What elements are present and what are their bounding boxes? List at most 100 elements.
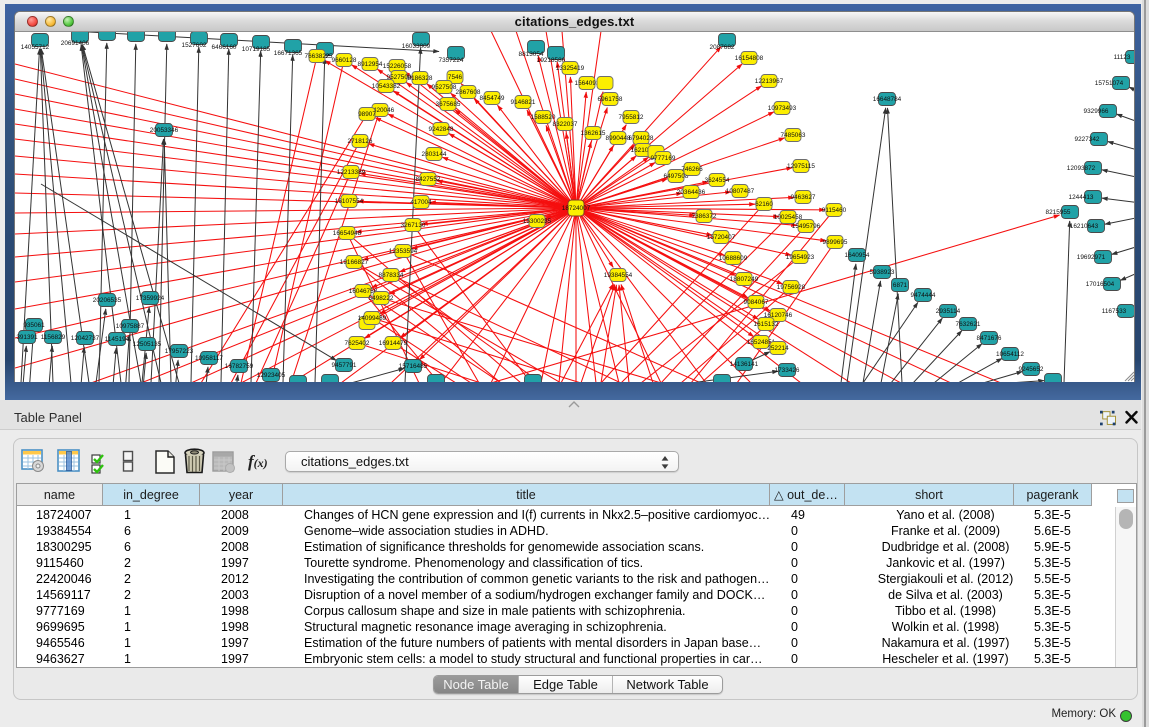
svg-text:12042737: 12042737 xyxy=(71,335,100,342)
svg-text:2867608: 2867608 xyxy=(456,89,481,96)
svg-text:7663822: 7663822 xyxy=(305,53,330,60)
svg-text:6871: 6871 xyxy=(893,282,908,289)
svg-text:391391: 391391 xyxy=(16,334,38,341)
svg-text:8912954: 8912954 xyxy=(358,61,383,68)
svg-text:16914479: 16914479 xyxy=(379,340,408,347)
svg-text:1145194: 1145194 xyxy=(105,336,130,343)
svg-text:7632621: 7632621 xyxy=(956,321,981,328)
svg-text:15720407: 15720407 xyxy=(707,234,736,241)
svg-text:1362615: 1362615 xyxy=(581,130,606,137)
svg-text:12923405: 12923405 xyxy=(257,372,286,379)
svg-text:1615132: 1615132 xyxy=(754,321,779,328)
svg-text:14099489: 14099489 xyxy=(358,315,387,322)
svg-text:19384554: 19384554 xyxy=(604,272,633,279)
svg-text:12353594: 12353594 xyxy=(389,248,418,255)
svg-text:935061: 935061 xyxy=(23,322,45,329)
svg-text:20206535: 20206535 xyxy=(93,297,122,304)
svg-text:8427552: 8427552 xyxy=(416,176,441,183)
svg-text:18724007: 18724007 xyxy=(562,205,591,212)
svg-text:9463627: 9463627 xyxy=(791,194,816,201)
svg-text:1156829: 1156829 xyxy=(41,334,66,341)
svg-text:3675685: 3675685 xyxy=(436,101,461,108)
svg-text:1167533: 1167533 xyxy=(1102,308,1127,315)
svg-text:10688609: 10688609 xyxy=(719,255,748,262)
svg-text:9084067: 9084067 xyxy=(744,299,769,306)
svg-text:15716485: 15716485 xyxy=(399,363,428,370)
svg-text:14055712: 14055712 xyxy=(21,44,50,51)
svg-text:17957223: 17957223 xyxy=(165,348,194,355)
svg-text:7955812: 7955812 xyxy=(619,114,644,121)
svg-text:62160: 62160 xyxy=(755,201,773,208)
svg-text:7386372: 7386372 xyxy=(692,213,717,220)
svg-text:9227342: 9227342 xyxy=(1075,136,1100,143)
svg-text:9115460: 9115460 xyxy=(822,207,847,214)
svg-text:9474444: 9474444 xyxy=(911,292,936,299)
svg-text:2087682: 2087682 xyxy=(710,44,735,51)
svg-text:16654948: 16654948 xyxy=(333,230,362,237)
svg-text:10025458: 10025458 xyxy=(774,214,803,221)
svg-text:16671365: 16671365 xyxy=(274,50,303,57)
svg-text:12213389: 12213389 xyxy=(337,169,366,176)
svg-text:10807487: 10807487 xyxy=(726,188,755,195)
svg-text:19218586: 19218586 xyxy=(537,57,566,64)
svg-text:1588520: 1588520 xyxy=(531,114,556,121)
svg-text:16033809: 16033809 xyxy=(402,43,431,50)
svg-text:9457791: 9457791 xyxy=(332,362,357,369)
svg-text:15300235: 15300235 xyxy=(523,218,552,225)
svg-text:17359924: 17359924 xyxy=(136,295,165,302)
svg-text:15751074: 15751074 xyxy=(1095,80,1124,87)
svg-text:19166827: 19166827 xyxy=(340,259,369,266)
svg-text:10973493: 10973493 xyxy=(768,105,797,112)
svg-text:252214: 252214 xyxy=(767,345,789,352)
svg-text:9777169: 9777169 xyxy=(651,155,676,162)
svg-text:19654923: 19654923 xyxy=(786,254,815,261)
svg-text:11123: 11123 xyxy=(1114,54,1131,61)
svg-text:9242848: 9242848 xyxy=(429,126,454,133)
svg-text:9329966: 9329966 xyxy=(1084,108,1109,115)
svg-text:6466160: 6466160 xyxy=(212,44,237,51)
svg-text:10958117: 10958117 xyxy=(195,355,223,362)
svg-text:3267130: 3267130 xyxy=(401,222,426,229)
svg-text:7357224: 7357224 xyxy=(439,57,464,64)
svg-text:10543382: 10543382 xyxy=(372,83,401,90)
svg-text:5498222: 5498222 xyxy=(369,295,394,302)
svg-text:15226058: 15226058 xyxy=(383,63,412,70)
svg-text:2803144: 2803144 xyxy=(422,151,447,158)
svg-text:746266: 746266 xyxy=(681,166,703,173)
svg-text:6961758: 6961758 xyxy=(598,96,623,103)
svg-text:7485063: 7485063 xyxy=(781,132,806,139)
svg-text:5938923: 5938923 xyxy=(870,269,895,276)
svg-text:16648784: 16648784 xyxy=(873,96,902,103)
svg-text:17016504: 17016504 xyxy=(1086,281,1115,288)
svg-text:12975115: 12975115 xyxy=(787,163,815,170)
svg-text:15495796: 15495796 xyxy=(792,223,821,230)
svg-text:9899695: 9899695 xyxy=(823,239,848,246)
svg-text:20691406: 20691406 xyxy=(61,40,90,47)
svg-text:12213967: 12213967 xyxy=(755,78,784,85)
svg-text:19756928: 19756928 xyxy=(777,284,806,291)
svg-text:13325419: 13325419 xyxy=(556,65,585,72)
svg-text:20053346: 20053346 xyxy=(150,127,179,134)
svg-text:417004: 417004 xyxy=(410,199,432,206)
svg-text:1244413: 1244413 xyxy=(1069,194,1094,201)
svg-text:2718126: 2718126 xyxy=(348,138,373,145)
svg-text:8322037: 8322037 xyxy=(553,121,578,128)
svg-text:10975887: 10975887 xyxy=(116,323,145,330)
svg-text:7546: 7546 xyxy=(448,74,463,81)
svg-text:6794028: 6794028 xyxy=(629,135,654,142)
svg-text:7625402: 7625402 xyxy=(345,340,370,347)
svg-text:8990448: 8990448 xyxy=(606,135,631,142)
svg-text:2935114: 2935114 xyxy=(936,308,961,315)
svg-text:1640954: 1640954 xyxy=(845,252,870,259)
svg-text:1733426: 1733426 xyxy=(775,367,800,374)
svg-text:9660128: 9660128 xyxy=(332,57,357,64)
svg-text:20364436: 20364436 xyxy=(677,189,706,196)
svg-text:3624554: 3624554 xyxy=(705,177,730,184)
svg-text:16154808: 16154808 xyxy=(735,55,764,62)
svg-text:12093872: 12093872 xyxy=(1067,165,1096,172)
svg-text:19692971: 19692971 xyxy=(1077,254,1106,261)
svg-text:16782759: 16782759 xyxy=(225,363,254,370)
svg-text:9146821: 9146821 xyxy=(511,99,536,106)
svg-text:9527508: 9527508 xyxy=(432,84,457,91)
svg-text:10654112: 10654112 xyxy=(996,351,1024,358)
